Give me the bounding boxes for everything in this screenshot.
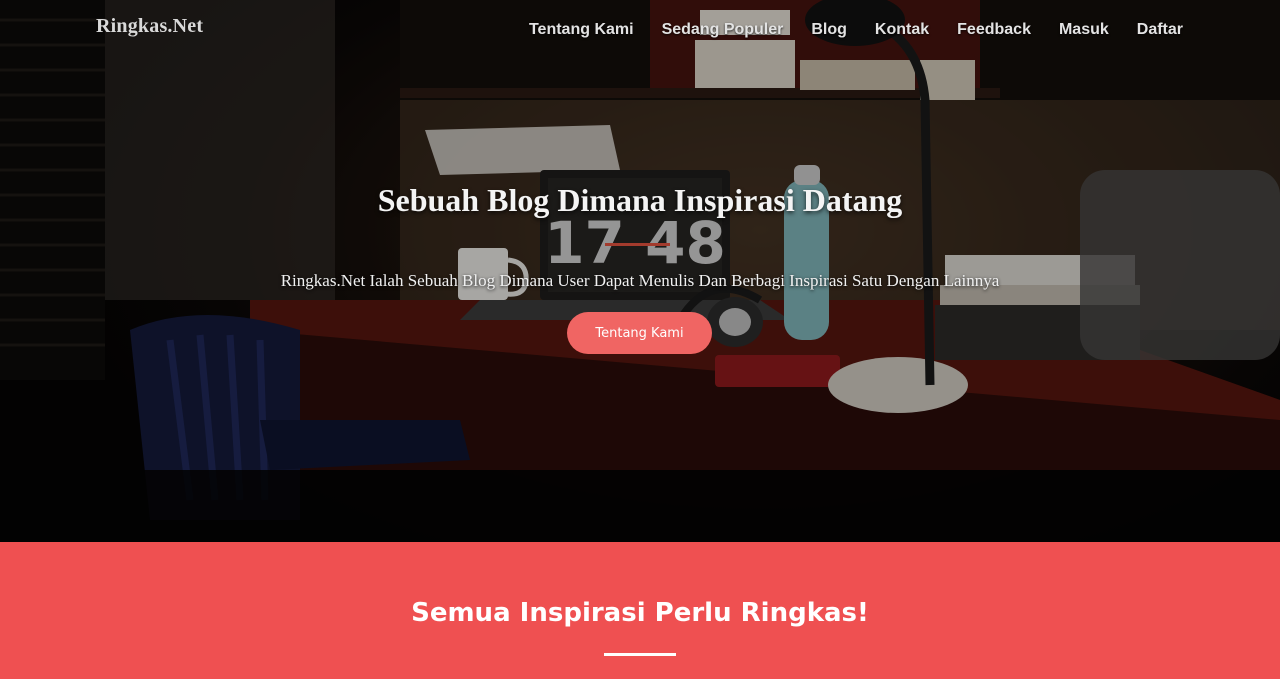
main-navigation: Tentang Kami Sedang Populer Blog Kontak … bbox=[529, 21, 1183, 39]
nav-item-tentang-kami: Tentang Kami bbox=[529, 21, 634, 39]
section-divider bbox=[604, 653, 676, 656]
nav-item-masuk: Masuk bbox=[1059, 21, 1109, 39]
hero-subtitle: Ringkas.Net Ialah Sebuah Blog Dimana Use… bbox=[280, 271, 1000, 290]
brand-logo[interactable]: Ringkas.Net bbox=[96, 15, 203, 38]
nav-link-sedang-populer[interactable]: Sedang Populer bbox=[662, 21, 784, 38]
nav-link-masuk[interactable]: Masuk bbox=[1059, 21, 1109, 38]
nav-link-daftar[interactable]: Daftar bbox=[1137, 21, 1183, 38]
section-title: Semua Inspirasi Perlu Ringkas! bbox=[411, 598, 869, 628]
intro-section: Semua Inspirasi Perlu Ringkas! bbox=[0, 542, 1280, 679]
nav-item-sedang-populer: Sedang Populer bbox=[662, 21, 784, 39]
nav-link-blog[interactable]: Blog bbox=[811, 21, 847, 38]
about-us-button[interactable]: Tentang Kami bbox=[567, 312, 712, 354]
nav-link-feedback[interactable]: Feedback bbox=[957, 21, 1031, 38]
nav-item-feedback: Feedback bbox=[957, 21, 1031, 39]
nav-link-kontak[interactable]: Kontak bbox=[875, 21, 929, 38]
hero-section: 17 48 Ringkas.Net Tentang Kami Sedang Po… bbox=[0, 0, 1280, 542]
nav-item-kontak: Kontak bbox=[875, 21, 929, 39]
nav-link-tentang-kami[interactable]: Tentang Kami bbox=[529, 21, 634, 38]
hero-title: Sebuah Blog Dimana Inspirasi Datang bbox=[377, 182, 903, 218]
nav-item-daftar: Daftar bbox=[1137, 21, 1183, 39]
nav-item-blog: Blog bbox=[811, 21, 847, 39]
